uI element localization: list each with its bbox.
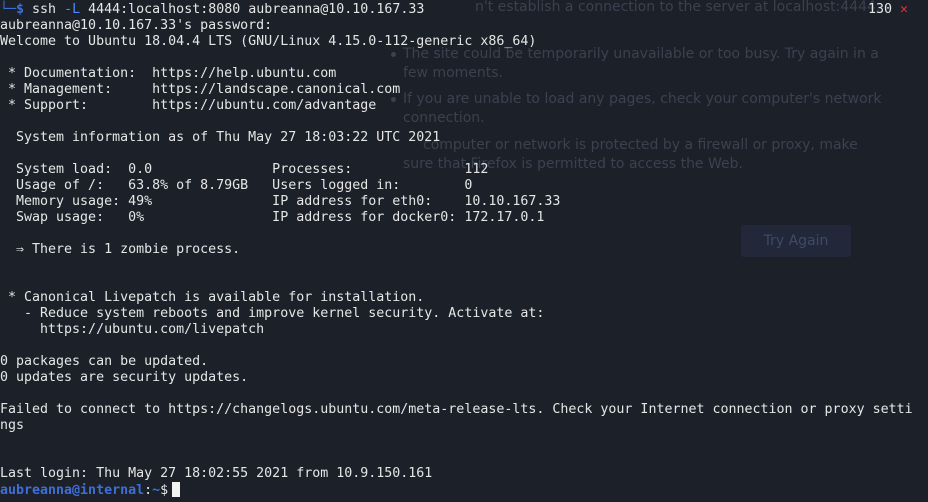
command-option: -L: [64, 2, 81, 17]
prompt-separator: :: [144, 483, 153, 498]
output-line: 0 updates are security updates.: [0, 370, 249, 385]
output-line: https://ubuntu.com/livepatch: [0, 322, 265, 337]
output-line: Usage of /: 63.8% of 8.79GB Users logged…: [0, 178, 473, 193]
output-line: ⇒ There is 1 zombie process.: [0, 242, 241, 257]
output-line: * Canonical Livepatch is available for i…: [0, 290, 425, 305]
terminal-output: └─$ ssh -L 4444:localhost:8080 aubreanna…: [0, 2, 928, 498]
output-line: Memory usage: 49% IP address for eth0: 1…: [0, 194, 561, 209]
output-line: 0 packages can be updated.: [0, 354, 209, 369]
text-cursor[interactable]: [172, 482, 181, 497]
prompt-corner-glyph: └─: [0, 2, 17, 17]
prompt-dollar: $: [160, 483, 169, 498]
terminal-window[interactable]: n't establish a connection to the server…: [0, 0, 928, 502]
output-line: * Management: https://landscape.canonica…: [0, 82, 401, 97]
output-line: Welcome to Ubuntu 18.04.4 LTS (GNU/Linux…: [0, 34, 537, 49]
output-line: * Support: https://ubuntu.com/advantage: [0, 98, 377, 113]
prompt-user-host: aubreanna@internal: [0, 483, 145, 498]
command-args: 4444:localhost:8080 aubreanna@10.10.167.…: [88, 2, 425, 17]
output-line: * Documentation: https://help.ubuntu.com: [0, 66, 337, 81]
output-line: Failed to connect to https://changelogs.…: [0, 402, 913, 417]
output-line: Last login: Thu May 27 18:02:55 2021 fro…: [0, 466, 433, 481]
output-line: - Reduce system reboots and improve kern…: [0, 306, 545, 321]
prompt-path: ~: [152, 483, 161, 498]
output-line: ngs: [0, 418, 25, 433]
command-name: ssh: [32, 2, 57, 17]
output-line: Swap usage: 0% IP address for docker0: 1…: [0, 210, 545, 225]
command-line: └─$ ssh -L 4444:localhost:8080 aubreanna…: [0, 2, 928, 18]
output-line: aubreanna@10.10.167.33's password:: [0, 18, 273, 33]
output-line: System load: 0.0 Processes: 112: [0, 162, 489, 177]
prompt-dollar: $: [16, 2, 25, 17]
output-line: System information as of Thu May 27 18:0…: [0, 130, 441, 145]
shell-prompt-line[interactable]: aubreanna@internal:~$: [0, 482, 928, 498]
